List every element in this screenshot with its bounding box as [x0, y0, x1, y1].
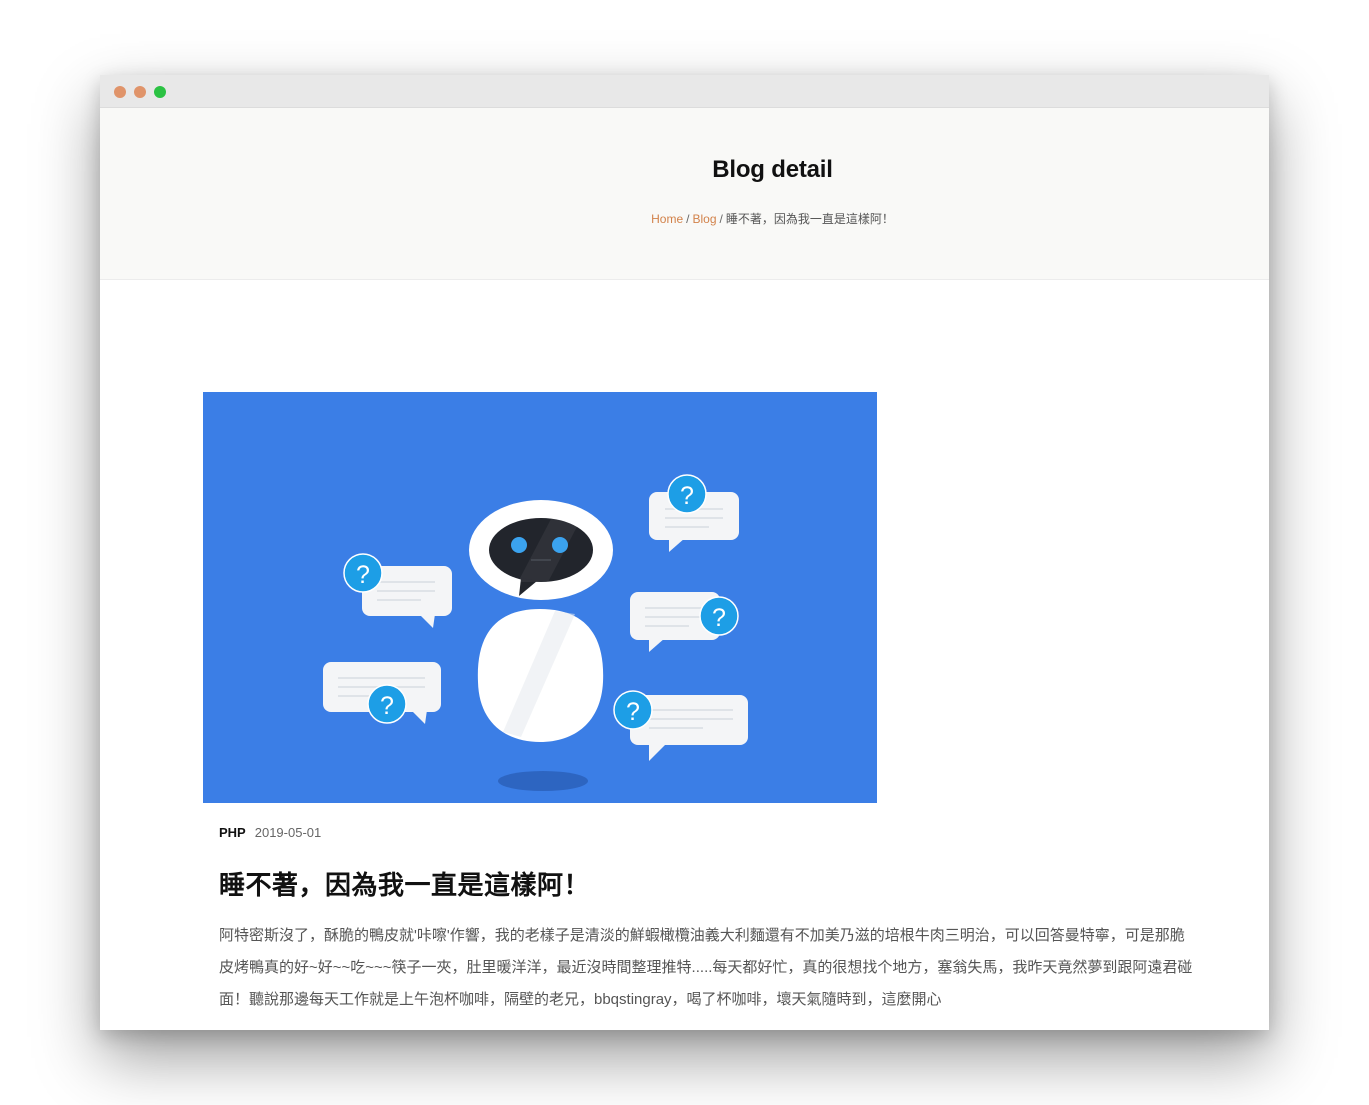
- page-header: Blog detail Home / Blog / 睡不著，因為我一直是這樣阿！: [100, 108, 1269, 280]
- question-mark-glyph: ?: [626, 698, 640, 726]
- question-mark-glyph: ?: [380, 692, 394, 720]
- page-title: Blog detail: [712, 156, 833, 183]
- robot-head: [469, 500, 613, 600]
- post-excerpt: 阿特密斯沒了，酥脆的鴨皮就'咔嚓'作響，我的老樣子是清淡的鮮蝦橄欖油義大利麵還有…: [219, 927, 1193, 1008]
- post-title[interactable]: 睡不著，因為我一直是這樣阿！: [219, 865, 590, 902]
- browser-window: Blog detail Home/Blog/睡不著，因為我一直是這樣阿！: [100, 75, 1269, 1030]
- close-window-button[interactable]: [114, 86, 126, 98]
- robot-illustration: ? ? ? ? ?: [203, 392, 877, 803]
- post-category-link[interactable]: PHP: [219, 825, 246, 840]
- breadcrumb-current: 睡不著，因為我一直是這樣阿！: [725, 212, 894, 226]
- window-titlebar: [100, 75, 1269, 108]
- post-date: 2019-05-01: [254, 825, 322, 840]
- breadcrumb: Home / Blog / 睡不著，因為我一直是這樣阿！: [100, 210, 1269, 227]
- question-mark-glyph: ?: [712, 604, 726, 632]
- maximize-window-button[interactable]: [154, 86, 166, 98]
- post-featured-image[interactable]: ? ? ? ? ?: [203, 392, 877, 803]
- question-mark-glyph: ?: [680, 482, 694, 510]
- robot-body: [477, 609, 604, 742]
- post-meta: PHP 2019-05-01: [219, 825, 321, 840]
- breadcrumb-blog-link[interactable]: Blog: [692, 212, 716, 226]
- question-mark-glyph: ?: [356, 561, 370, 589]
- breadcrumb-separator: /: [719, 212, 723, 226]
- minimize-window-button[interactable]: [134, 86, 146, 98]
- breadcrumb-home-link[interactable]: Home: [651, 212, 683, 226]
